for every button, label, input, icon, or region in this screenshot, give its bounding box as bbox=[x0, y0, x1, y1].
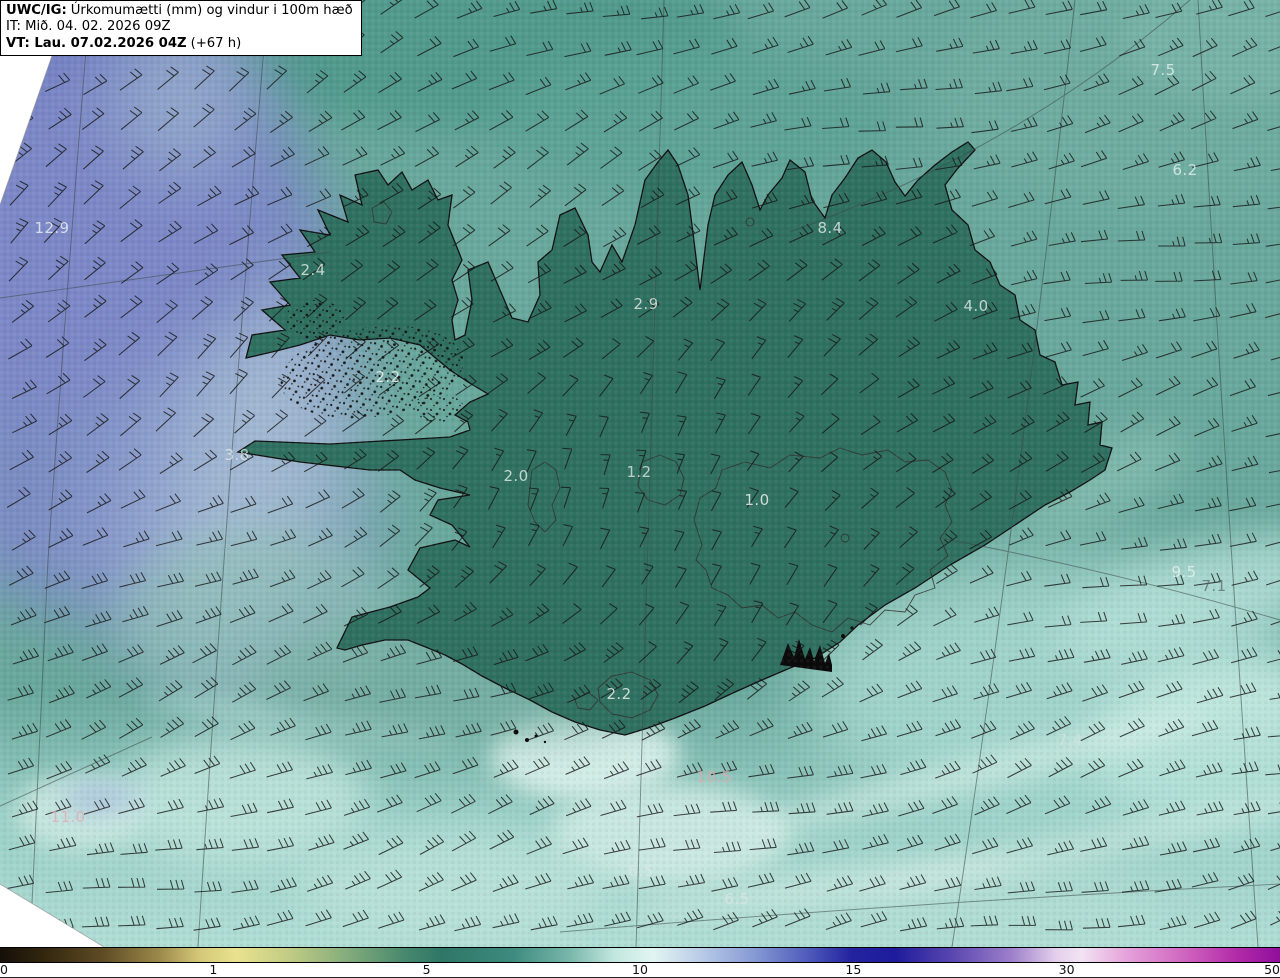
colorbar-tick: 50 bbox=[1264, 963, 1280, 977]
colorbar-tick: 5 bbox=[423, 963, 431, 977]
colorbar-tick-labels: 01510153050 bbox=[0, 963, 1280, 978]
colorbar-tick: 0 bbox=[0, 963, 8, 977]
valid-time-line: VT: Lau. 07.02.2026 04Z (+67 h) bbox=[6, 36, 353, 52]
product-code: UWC/IG: bbox=[6, 3, 67, 18]
colorbar-tick: 30 bbox=[1059, 963, 1075, 977]
map-title: Úrkomumætti (mm) og vindur i 100m hæð bbox=[71, 3, 353, 18]
forecast-offset: (+67 h) bbox=[191, 36, 242, 51]
colorbar-gradient bbox=[0, 947, 1280, 963]
precipitation-colorbar: 01510153050 bbox=[0, 947, 1280, 978]
map-canvas bbox=[0, 0, 1280, 947]
valid-time: VT: Lau. 07.02.2026 04Z bbox=[6, 36, 187, 51]
title-line: UWC/IG: Úrkomumætti (mm) og vindur i 100m… bbox=[6, 3, 353, 19]
colorbar-tick: 10 bbox=[632, 963, 648, 977]
colorbar-tick: 1 bbox=[209, 963, 217, 977]
weather-map-stage: 12.97.56.22.48.42.94.02.23.82.01.21.02.2… bbox=[0, 0, 1280, 978]
map-title-box: UWC/IG: Úrkomumætti (mm) og vindur i 100m… bbox=[0, 0, 362, 56]
init-time-line: IT: Mið. 04. 02. 2026 09Z bbox=[6, 19, 353, 35]
colorbar-tick: 15 bbox=[845, 963, 861, 977]
